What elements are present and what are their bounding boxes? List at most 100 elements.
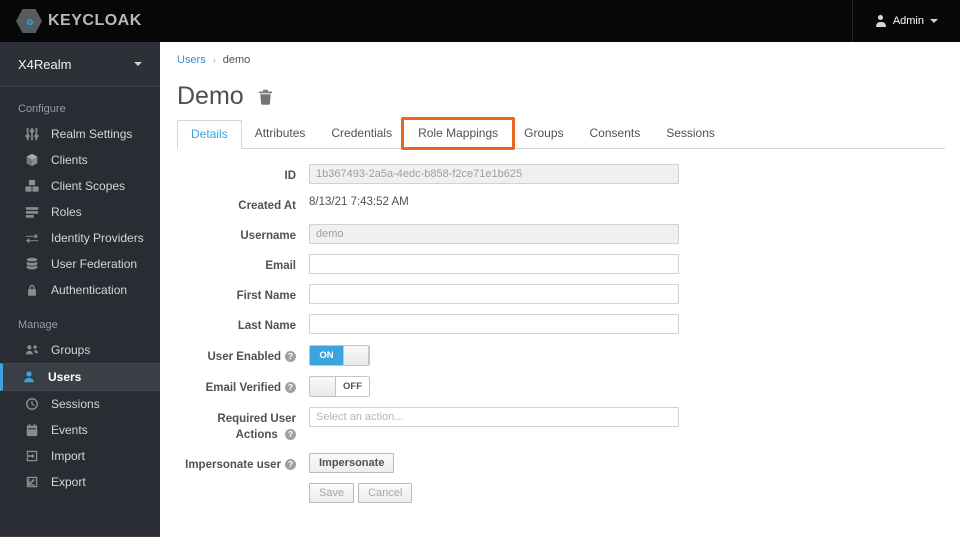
user-details-form: ID Created At 8/13/21 7:43:52 AM Usernam… (177, 164, 945, 503)
sidebar-item-roles[interactable]: Roles (0, 199, 160, 225)
tab-sessions[interactable]: Sessions (653, 120, 728, 148)
created-at-label: Created At (238, 200, 296, 213)
admin-user-menu[interactable]: Admin (851, 0, 960, 42)
user-enabled-toggle[interactable]: ON (309, 344, 370, 366)
main-content: Users › demo Demo Details Attributes Cre… (160, 42, 960, 540)
user-icon (24, 371, 34, 383)
sidebar-item-user-federation[interactable]: User Federation (0, 251, 160, 277)
sidebar-item-export[interactable]: Export (0, 469, 160, 495)
chevron-down-icon (134, 62, 142, 66)
tab-groups[interactable]: Groups (511, 120, 576, 148)
realm-selector[interactable]: X4Realm (0, 42, 160, 87)
import-icon (26, 450, 38, 462)
breadcrumb-current: demo (222, 54, 251, 66)
toggle-on-label: ON (310, 345, 343, 365)
sidebar-item-label: Groups (51, 343, 91, 357)
page-title: Demo (177, 82, 244, 110)
sidebar-item-client-scopes[interactable]: Client Scopes (0, 173, 160, 199)
last-name-label: Last Name (237, 320, 296, 333)
tab-details[interactable]: Details (177, 120, 242, 149)
id-label: ID (284, 170, 297, 182)
cancel-button[interactable]: Cancel (358, 482, 413, 503)
top-bar: ‹› KEYCLOAK Admin (0, 0, 960, 42)
help-icon: ? (285, 428, 296, 440)
sliders-icon (25, 127, 39, 141)
toggle-off-label: OFF (336, 376, 369, 396)
keycloak-logo: ‹› KEYCLOAK (0, 9, 142, 33)
sidebar-item-label: Realm Settings (51, 127, 133, 141)
sidebar-item-label: Events (51, 423, 88, 437)
tab-role-mappings[interactable]: Role Mappings (401, 117, 516, 150)
trash-icon (258, 89, 272, 105)
sidebar-item-label: Export (51, 475, 86, 489)
admin-user-label: Admin (892, 15, 924, 27)
person-icon (875, 15, 887, 27)
delete-user-button[interactable] (258, 89, 273, 105)
cube-icon (26, 153, 38, 167)
sidebar-item-import[interactable]: Import (0, 443, 160, 469)
breadcrumb: Users › demo (177, 42, 945, 66)
help-icon: ? (285, 381, 296, 393)
sidebar-item-clients[interactable]: Clients (0, 147, 160, 173)
sidebar-item-identity-providers[interactable]: Identity Providers (0, 225, 160, 251)
sidebar-item-sessions[interactable]: Sessions (0, 391, 160, 417)
database-icon (26, 257, 38, 270)
toggle-knob (310, 376, 336, 396)
sidebar-item-label: Users (48, 370, 82, 384)
group-icon (25, 345, 39, 355)
sidebar-item-label: Clients (51, 153, 88, 167)
sidebar-item-label: Client Scopes (51, 179, 126, 193)
cubes-icon (25, 179, 39, 192)
help-icon: ? (285, 458, 296, 470)
sidebar: X4Realm Configure Realm Settings Clients… (0, 42, 160, 537)
id-field (309, 164, 679, 184)
help-icon: ? (285, 350, 296, 362)
sidebar-item-label: Roles (51, 205, 82, 219)
toggle-knob (343, 345, 369, 365)
required-user-actions-select[interactable] (309, 406, 679, 427)
created-at-value: 8/13/21 7:43:52 AM (309, 196, 409, 209)
section-label-configure: Configure (18, 103, 66, 115)
keycloak-hexagon-icon: ‹› (16, 9, 42, 33)
required-user-actions-label: Required User Actions ? (217, 412, 296, 441)
chevron-down-icon (930, 19, 938, 23)
tab-credentials[interactable]: Credentials (318, 120, 405, 148)
save-button[interactable]: Save (309, 482, 355, 503)
breadcrumb-separator: › (212, 55, 216, 65)
brand-text: KEYCLOAK (48, 12, 142, 29)
clock-icon (26, 398, 38, 410)
impersonate-button[interactable]: Impersonate (309, 452, 395, 473)
sidebar-item-label: Identity Providers (51, 231, 144, 245)
sidebar-item-label: Authentication (51, 283, 128, 297)
email-label: Email (265, 260, 296, 273)
lock-icon (28, 284, 36, 296)
exchange-arrows-icon (25, 233, 39, 244)
email-field[interactable] (309, 254, 679, 275)
sidebar-item-realm-settings[interactable]: Realm Settings (0, 121, 160, 147)
tab-attributes[interactable]: Attributes (242, 120, 319, 148)
realm-name: X4Realm (18, 56, 72, 72)
impersonate-user-label: Impersonate user? (177, 453, 309, 473)
username-field (309, 224, 679, 245)
sidebar-item-events[interactable]: Events (0, 417, 160, 443)
sidebar-item-authentication[interactable]: Authentication (0, 277, 160, 303)
section-label-manage: Manage (18, 319, 58, 331)
first-name-label: First Name (236, 290, 296, 303)
list-icon (25, 207, 39, 218)
sidebar-item-label: Import (51, 449, 86, 463)
username-label: Username (240, 230, 296, 243)
export-icon (26, 476, 38, 488)
calendar-icon (26, 423, 38, 437)
sidebar-item-label: User Federation (51, 257, 138, 271)
sidebar-item-groups[interactable]: Groups (0, 337, 160, 363)
tab-consents[interactable]: Consents (577, 120, 654, 148)
email-verified-label: Email Verified? (177, 376, 309, 396)
breadcrumb-users-link[interactable]: Users (177, 54, 206, 66)
sidebar-item-label: Sessions (51, 397, 100, 411)
sidebar-item-users[interactable]: Users (0, 363, 160, 391)
email-verified-toggle[interactable]: OFF (309, 375, 370, 397)
user-enabled-label: User Enabled? (177, 345, 309, 365)
first-name-field[interactable] (309, 284, 679, 305)
last-name-field[interactable] (309, 314, 679, 335)
tab-bar: Details Attributes Credentials Role Mapp… (177, 117, 945, 150)
